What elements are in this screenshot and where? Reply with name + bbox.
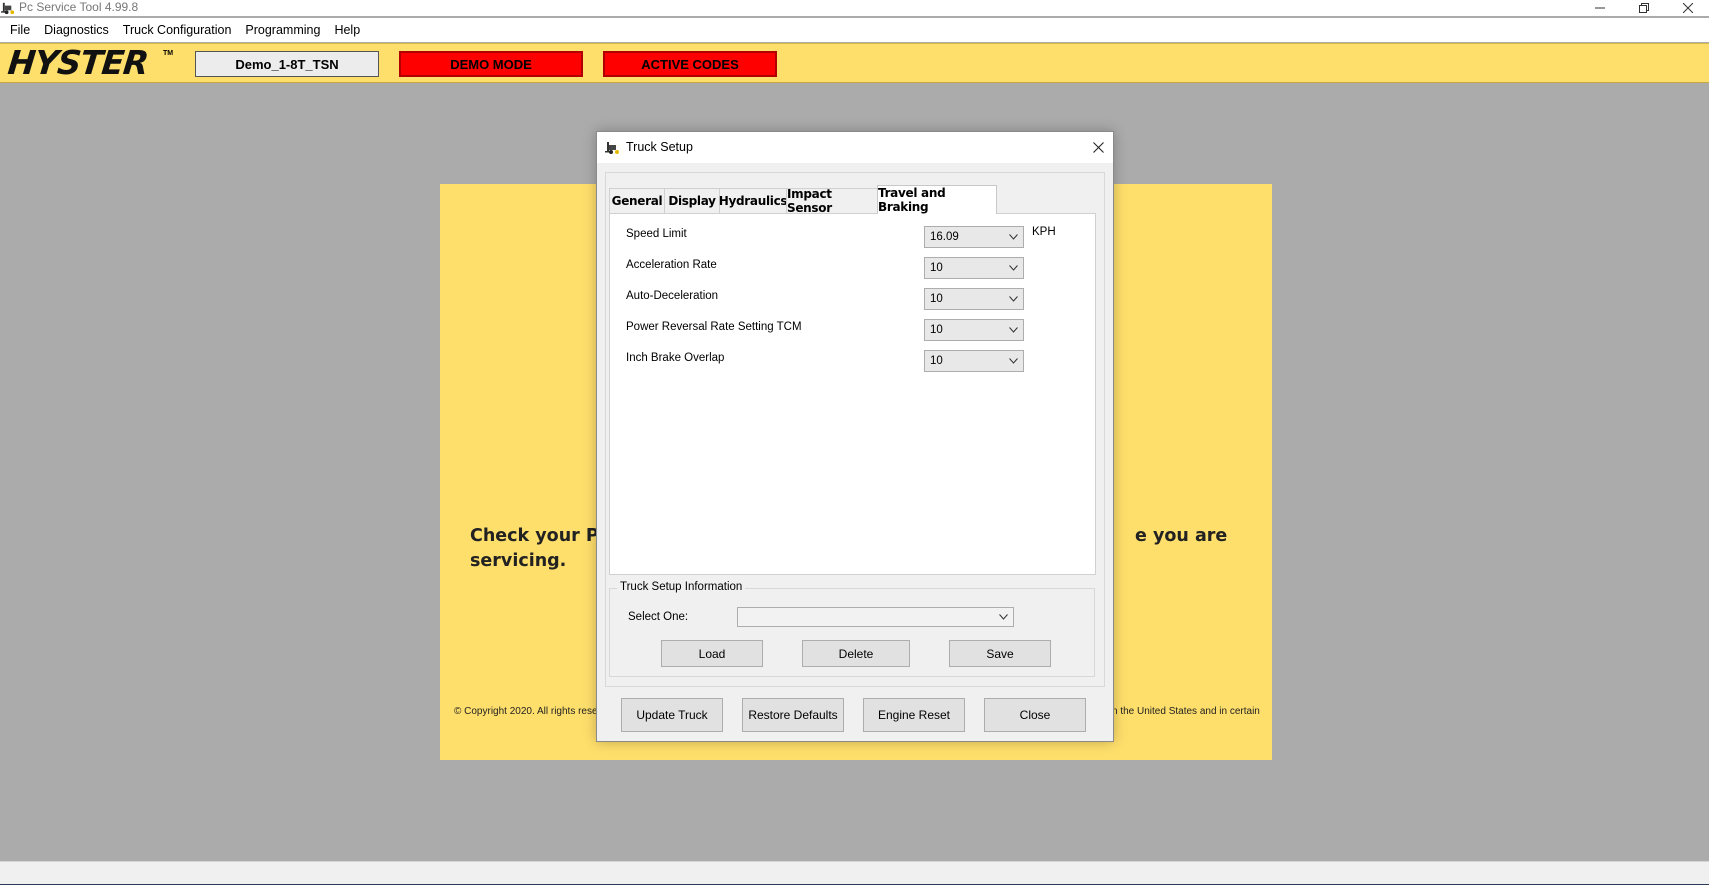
restore-button[interactable]: [1621, 0, 1667, 16]
copyright-right: n the United States and in certain: [1112, 706, 1260, 717]
dropdown-value: 10: [930, 293, 943, 305]
close-icon: [1092, 142, 1104, 153]
setting-label: Power Reversal Rate Setting TCM: [626, 321, 802, 333]
logo-text: HYSTER: [6, 43, 150, 82]
dropdown-value: 10: [930, 324, 943, 336]
menu-bar: File Diagnostics Truck Configuration Pro…: [0, 18, 1709, 42]
tab-general[interactable]: General: [609, 188, 665, 213]
setting-label: Inch Brake Overlap: [626, 352, 725, 364]
load-button[interactable]: Load: [661, 640, 763, 667]
setting-label: Acceleration Rate: [626, 259, 717, 271]
message-line2: servicing.: [470, 551, 567, 571]
logo-trademark: TM: [163, 50, 174, 57]
dialog-close-button[interactable]: [1083, 132, 1113, 163]
chevron-down-icon: [1009, 327, 1018, 333]
active-codes-indicator[interactable]: ACTIVE CODES: [603, 51, 777, 77]
menu-file[interactable]: File: [3, 18, 37, 42]
group-legend: Truck Setup Information: [617, 581, 746, 593]
setting-row-acceleration-rate: Acceleration Rate 10: [626, 257, 1066, 279]
chevron-down-icon: [1009, 265, 1018, 271]
setting-row-inch-brake-overlap: Inch Brake Overlap 10: [626, 350, 1066, 372]
brand-bar: HYSTER TM Demo_1-8T_TSN DEMO MODE ACTIVE…: [0, 43, 1709, 83]
close-window-button[interactable]: [1665, 0, 1709, 16]
dropdown-value: 16.09: [930, 231, 959, 243]
dropdown-value: 10: [930, 355, 943, 367]
tab-impact-sensor[interactable]: Impact Sensor: [786, 187, 878, 215]
power-reversal-rate-dropdown[interactable]: 10: [924, 319, 1024, 341]
tab-display[interactable]: Display: [664, 188, 720, 213]
setting-label: Auto-Deceleration: [626, 290, 719, 302]
close-button[interactable]: Close: [984, 698, 1086, 732]
setup-select-dropdown[interactable]: [737, 607, 1014, 627]
speed-unit-label: KPH: [1032, 226, 1056, 238]
delete-button[interactable]: Delete: [802, 640, 910, 667]
tab-travel-and-braking[interactable]: Travel and Braking: [877, 185, 997, 214]
travel-braking-panel: Speed Limit 16.09 KPH Acceleration Rate …: [609, 213, 1096, 575]
engine-reset-button[interactable]: Engine Reset: [863, 698, 965, 732]
copyright-left: © Copyright 2020. All rights rese: [454, 706, 598, 717]
update-truck-button[interactable]: Update Truck: [621, 698, 723, 732]
hyster-logo: HYSTER TM: [6, 43, 174, 82]
setting-label: Speed Limit: [626, 228, 687, 240]
message-line1-left: Check your Pa: [470, 526, 611, 546]
speed-limit-dropdown[interactable]: 16.09: [924, 226, 1024, 248]
chevron-down-icon: [1009, 296, 1018, 302]
forklift-icon: [605, 142, 619, 154]
chevron-down-icon: [999, 614, 1008, 620]
setting-row-speed-limit: Speed Limit 16.09 KPH: [626, 226, 1066, 248]
chevron-down-icon: [1009, 358, 1018, 364]
restore-icon: [1639, 3, 1649, 13]
demo-mode-indicator[interactable]: DEMO MODE: [398, 50, 584, 78]
select-one-label: Select One:: [628, 611, 689, 623]
menu-diagnostics[interactable]: Diagnostics: [37, 18, 116, 42]
setting-row-auto-deceleration: Auto-Deceleration 10: [626, 288, 1066, 310]
window-titlebar: Pc Service Tool 4.99.8: [0, 0, 1709, 16]
tab-hydraulics[interactable]: Hydraulics: [719, 188, 788, 213]
auto-deceleration-dropdown[interactable]: 10: [924, 288, 1024, 310]
truck-setup-dialog: Truck Setup General Display Hydraulics I…: [596, 131, 1114, 742]
forklift-icon: [1, 2, 15, 15]
message-line1-right: e you are: [1135, 526, 1228, 546]
save-button[interactable]: Save: [949, 640, 1051, 667]
dialog-titlebar: Truck Setup: [597, 132, 1113, 163]
dialog-title: Truck Setup: [626, 140, 693, 154]
setting-row-power-reversal-rate: Power Reversal Rate Setting TCM 10: [626, 319, 1066, 341]
truck-name-box[interactable]: Demo_1-8T_TSN: [195, 51, 379, 77]
dropdown-value: 10: [930, 262, 943, 274]
acceleration-rate-dropdown[interactable]: 10: [924, 257, 1024, 279]
window-title: Pc Service Tool 4.99.8: [19, 0, 139, 14]
status-strip: [0, 861, 1709, 885]
minimize-icon: [1595, 7, 1605, 9]
inch-brake-overlap-dropdown[interactable]: 10: [924, 350, 1024, 372]
menu-programming[interactable]: Programming: [238, 18, 327, 42]
close-icon: [1683, 3, 1693, 13]
menu-truck-configuration[interactable]: Truck Configuration: [116, 18, 239, 42]
minimize-button[interactable]: [1577, 0, 1623, 16]
chevron-down-icon: [1009, 234, 1018, 240]
restore-defaults-button[interactable]: Restore Defaults: [742, 698, 844, 732]
menu-help[interactable]: Help: [327, 18, 367, 42]
